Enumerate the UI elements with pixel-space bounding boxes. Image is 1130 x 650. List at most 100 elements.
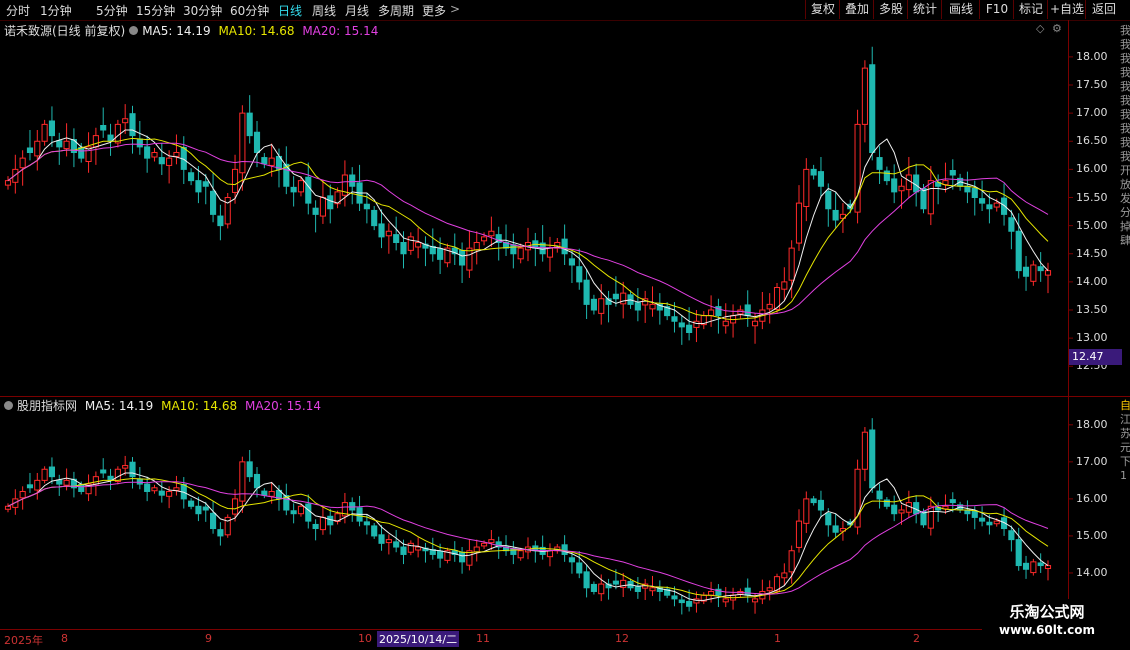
period-tab-15min[interactable]: 15分钟 — [136, 2, 175, 19]
indicator-candle-body — [26, 484, 34, 489]
stock-name: 诺禾致源(日线 前复权) — [4, 24, 126, 38]
indicator-candle-body — [561, 544, 568, 555]
watermark-title: 乐淘公式网 — [1009, 603, 1085, 621]
indicator-candle-body — [202, 506, 209, 511]
side-char: 1 — [1120, 469, 1127, 482]
indicator-title: 股朋指标网 MA5: 14.19 MA10: 14.68 MA20: 15.14 — [0, 397, 321, 414]
side-char: 分 — [1120, 206, 1130, 219]
indicator-candle-body — [964, 509, 971, 515]
side-char: 苏 — [1120, 427, 1130, 440]
main-candle-body — [327, 195, 334, 210]
statistics-button[interactable]: 统计 — [907, 0, 942, 19]
main-candle-body — [649, 303, 656, 310]
period-tab-5min[interactable]: 5分钟 — [96, 2, 128, 19]
side-char: 开 — [1120, 164, 1130, 177]
period-tab-60min[interactable]: 60分钟 — [230, 2, 269, 19]
main-candle-body — [122, 118, 129, 124]
watermark: 乐淘公式网 www.60lt.com — [982, 599, 1130, 645]
main-candle-body — [356, 182, 363, 204]
indicator-candle-body — [422, 547, 429, 552]
period-tab-monthly[interactable]: 月线 — [345, 2, 369, 19]
main-candle-body — [166, 157, 173, 166]
indicator-candle-body — [290, 510, 297, 515]
main-candle-body — [444, 247, 451, 264]
indicator-candle-body — [781, 572, 788, 579]
indicator-candle-body — [371, 525, 378, 537]
main-candle-body — [180, 146, 187, 170]
main-candle-body — [371, 209, 378, 227]
main-candle-body — [459, 249, 466, 266]
period-tab-1min[interactable]: 1分钟 — [40, 2, 72, 19]
main-candle-body — [429, 245, 436, 255]
side-char: 江 — [1120, 413, 1130, 426]
main-candle-body — [598, 298, 605, 314]
main-candle-body — [129, 113, 136, 137]
indicator-candle-body — [766, 587, 773, 592]
main-candle-body — [312, 207, 319, 215]
indicator-candle-body — [810, 498, 817, 504]
adjust-button[interactable]: 复权 — [805, 0, 840, 19]
diamond-icon[interactable]: ◇ — [1036, 22, 1044, 35]
indicator-candle-body — [986, 521, 993, 526]
indicator-candle-body — [568, 557, 576, 563]
indicator-candle-body — [312, 523, 319, 530]
period-tab-intraday[interactable]: 分时 — [6, 2, 30, 19]
indicator-name: 股朋指标网 — [17, 399, 78, 413]
period-tab-more[interactable]: 更多 — [422, 2, 446, 19]
indicator-candle-body — [319, 516, 326, 531]
main-candle-body — [195, 180, 202, 193]
main-candle-body — [590, 298, 597, 311]
main-candle-body — [349, 174, 356, 187]
indicator-candle-body — [832, 525, 839, 533]
side-char: 元 — [1120, 441, 1130, 454]
main-candle-body — [568, 258, 576, 266]
indicator-candle-body — [524, 546, 532, 553]
indicator-candle-body — [275, 489, 283, 500]
back-button[interactable]: 返回 — [1085, 0, 1122, 19]
dropdown-circle-icon[interactable] — [129, 26, 139, 35]
chevron-right-icon[interactable]: > — [450, 2, 460, 16]
period-tab-weekly[interactable]: 周线 — [312, 2, 336, 19]
main-candle-body — [202, 181, 209, 187]
indicator-candle-body — [722, 598, 729, 603]
main-candle-body — [480, 236, 488, 242]
indicator-candle-body — [678, 599, 685, 604]
main-candle-body — [744, 304, 751, 317]
period-tab-daily[interactable]: 日线 — [278, 2, 302, 19]
dropdown-circle-icon[interactable] — [4, 401, 13, 410]
indicator-y-tick-label: 14.00 — [1076, 565, 1108, 579]
main-candle-body — [100, 125, 107, 131]
f10-button[interactable]: F10 — [979, 0, 1014, 19]
indicator-candle-body — [656, 587, 663, 592]
main-candle-body — [158, 157, 165, 165]
main-candle-body — [1000, 197, 1008, 215]
overlay-button[interactable]: 叠加 — [839, 0, 874, 19]
ma10-legend: MA10: 14.68 — [161, 399, 238, 413]
period-tab-30min[interactable]: 30分钟 — [183, 2, 222, 19]
time-label-jan: 1 — [774, 632, 781, 645]
indicator-y-tick-label: 16.00 — [1076, 491, 1108, 505]
side-char: 放 — [1120, 178, 1130, 191]
watermark-url: www.60lt.com — [998, 623, 1096, 637]
indicator-candle-body — [671, 595, 678, 600]
main-candle-body — [231, 168, 239, 193]
period-tab-multi[interactable]: 多周期 — [378, 2, 414, 19]
indicator-candle-body — [854, 468, 861, 528]
mark-button[interactable]: 标记 — [1013, 0, 1048, 19]
indicator-candle-body — [693, 598, 700, 604]
main-candle-body — [854, 123, 861, 213]
main-candle-body — [730, 315, 737, 324]
main-y-tick-label: 15.50 — [1076, 190, 1108, 204]
add-watchlist-button[interactable]: +自选 — [1047, 0, 1086, 19]
indicator-candle-body — [231, 498, 239, 515]
main-candle-body — [693, 320, 700, 328]
main-candle-body — [70, 139, 77, 153]
indicator-candle-body — [210, 512, 217, 530]
multi-stock-button[interactable]: 多股 — [873, 0, 908, 19]
indicator-candle-body — [605, 583, 612, 589]
indicator-candle-body — [107, 475, 114, 481]
main-candle-body — [700, 315, 707, 326]
draw-line-button[interactable]: 画线 — [941, 0, 980, 19]
indicator-candle-body — [891, 504, 898, 515]
settings-gear-icon[interactable]: ⚙ — [1052, 22, 1062, 35]
